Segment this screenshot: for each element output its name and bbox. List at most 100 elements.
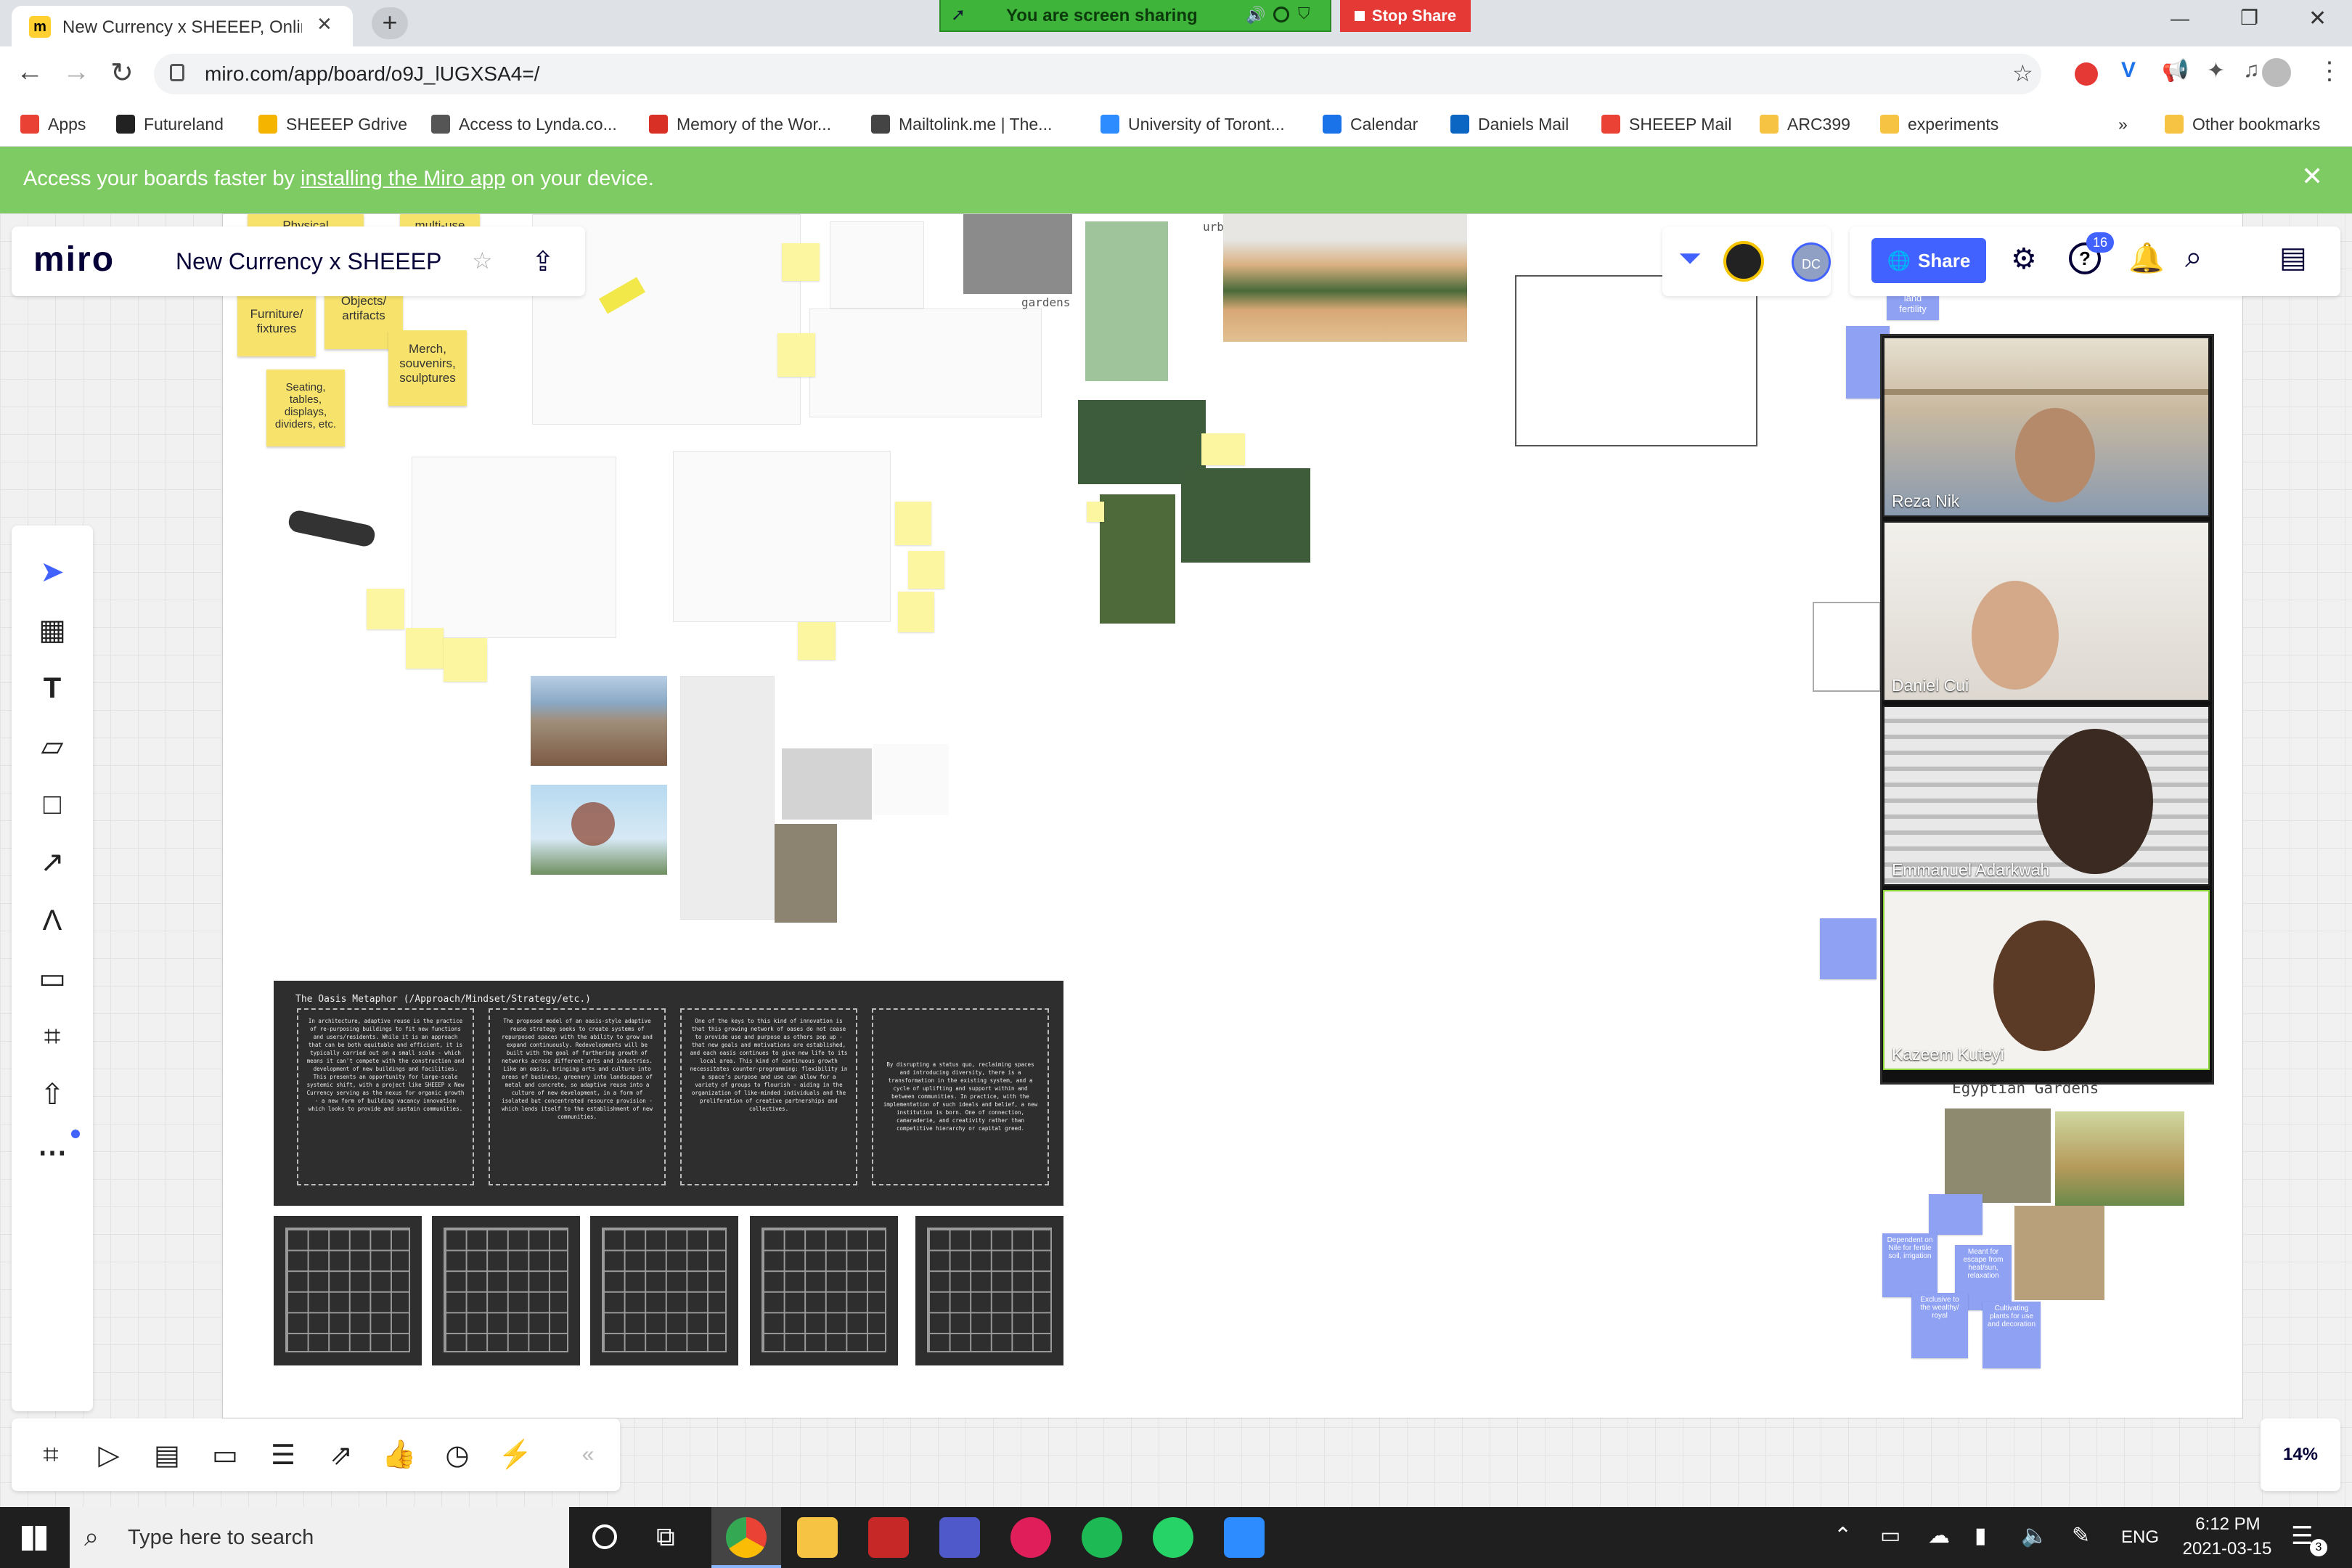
tab-close-icon[interactable]: ✕: [317, 13, 332, 36]
tray-chevron-icon[interactable]: ⌃: [1834, 1523, 1852, 1548]
user-avatar[interactable]: [1723, 241, 1764, 282]
comment-tool-icon[interactable]: ▭: [12, 950, 93, 1008]
power-ups-icon[interactable]: ⚡: [486, 1426, 544, 1484]
egypt-sticky[interactable]: Dependent on Nile for fertile soil, irri…: [1882, 1233, 1937, 1297]
video-tile[interactable]: Daniel Cui: [1883, 521, 2210, 701]
bookmark-item[interactable]: Calendar: [1323, 102, 1418, 147]
small-sticky[interactable]: [908, 551, 944, 589]
file-explorer-icon[interactable]: [797, 1517, 838, 1558]
bookmark-other[interactable]: Other bookmarks: [2165, 102, 2320, 147]
pond-photo-image[interactable]: [1181, 468, 1310, 563]
grid-diagram[interactable]: [432, 1216, 580, 1365]
notes-icon[interactable]: ▤: [2279, 241, 2307, 274]
install-app-link[interactable]: installing the Miro app: [301, 167, 505, 190]
video-tile[interactable]: Kazeem Kuteyi: [1883, 890, 2210, 1070]
clock-date[interactable]: 2021-03-15: [2178, 1539, 2277, 1559]
browser-tab[interactable]: m New Currency x SHEEEP, Online W ✕: [12, 6, 353, 46]
upload-tool-icon[interactable]: ⇧: [12, 1066, 93, 1124]
back-icon[interactable]: ←: [16, 57, 44, 88]
arrow-tool-icon[interactable]: ↗: [12, 833, 93, 891]
small-sticky[interactable]: [782, 243, 820, 281]
reload-icon[interactable]: ↻: [110, 57, 134, 89]
zoom-icon[interactable]: [1224, 1517, 1265, 1558]
garden-plan-image[interactable]: [1085, 221, 1168, 381]
favorite-star-icon[interactable]: ☆: [472, 247, 493, 274]
bookmarks-overflow-icon[interactable]: »: [2118, 102, 2128, 147]
egypt-painting-image[interactable]: [2055, 1111, 2184, 1206]
sticky-note-tool-icon[interactable]: ▱: [12, 717, 93, 775]
presentation-icon[interactable]: ▷: [80, 1426, 138, 1484]
small-sticky[interactable]: [777, 333, 815, 377]
tray-display-icon[interactable]: ▭: [1880, 1523, 1900, 1548]
task-view-icon[interactable]: ⧉: [656, 1522, 675, 1553]
address-bar[interactable]: miro.com/app/board/o9J_lUGXSA4=/ ☆: [154, 54, 2041, 94]
media-icon[interactable]: ♫: [2243, 58, 2260, 83]
whatsapp-icon[interactable]: [1153, 1517, 1193, 1558]
armchair-photo-image[interactable]: [782, 748, 872, 820]
tray-pen-icon[interactable]: ✎: [2072, 1523, 2090, 1548]
egypt-sticky[interactable]: [1929, 1194, 1983, 1235]
pen-tool-icon[interactable]: Λ: [12, 891, 93, 950]
timer-icon[interactable]: ◷: [428, 1426, 486, 1484]
frames-icon[interactable]: ⌗: [22, 1426, 80, 1484]
grid-diagram[interactable]: [915, 1216, 1063, 1365]
user-avatar-initials[interactable]: DC: [1792, 242, 1831, 282]
share-button[interactable]: 🌐 Share: [1871, 238, 1986, 283]
small-sticky[interactable]: [367, 589, 404, 629]
small-sticky[interactable]: [1087, 502, 1104, 522]
miro-board-canvas[interactable]: Physical multi-use Furniture/ fixtures O…: [0, 213, 2352, 1507]
sticky-note[interactable]: Furniture/ fixtures: [237, 287, 316, 356]
section-drawing-image[interactable]: [680, 676, 775, 920]
small-sticky[interactable]: [406, 628, 444, 669]
export-icon[interactable]: ⇪: [531, 245, 555, 278]
oasis-photo-image[interactable]: [1223, 214, 1467, 342]
collapse-icon[interactable]: «: [559, 1426, 617, 1484]
miro-logo[interactable]: miro: [33, 240, 115, 279]
stop-share-button[interactable]: Stop Share: [1340, 0, 1471, 32]
clock-time[interactable]: 6:12 PM: [2182, 1514, 2274, 1535]
tray-onedrive-icon[interactable]: ☁: [1928, 1523, 1950, 1548]
extension-stop-icon[interactable]: [2075, 62, 2098, 86]
grid-diagram[interactable]: [274, 1216, 422, 1365]
bookmark-item[interactable]: Access to Lynda.co...: [431, 102, 617, 147]
bell-icon[interactable]: 🔔: [2128, 241, 2165, 275]
select-tool-icon[interactable]: ➤: [12, 543, 93, 601]
egypt-sticky[interactable]: Exclusive to the wealthy/ royal: [1911, 1293, 1968, 1358]
small-sticky[interactable]: [895, 502, 931, 545]
cards-icon[interactable]: ☰: [254, 1426, 312, 1484]
tray-volume-icon[interactable]: 🔈: [2021, 1523, 2048, 1548]
blue-sticky[interactable]: [1820, 918, 1877, 979]
zoom-level[interactable]: 14%: [2261, 1418, 2340, 1491]
beach-photo-image[interactable]: [531, 676, 667, 766]
bookmark-item[interactable]: University of Toront...: [1101, 102, 1285, 147]
windows-start-icon[interactable]: [22, 1526, 46, 1551]
screen-share-icon[interactable]: ⇗: [312, 1426, 370, 1484]
window-close-button[interactable]: ✕: [2308, 6, 2327, 31]
stone-wall-image[interactable]: [775, 824, 837, 923]
small-sticky[interactable]: [898, 592, 934, 632]
maximize-button[interactable]: ❐: [2240, 6, 2258, 30]
profile-avatar[interactable]: [2262, 58, 2291, 87]
spotify-icon[interactable]: [1082, 1517, 1122, 1558]
frame-tool-icon[interactable]: ⌗: [12, 1008, 93, 1066]
bookmark-item[interactable]: Memory of the Wor...: [649, 102, 831, 147]
extension-megaphone-icon[interactable]: 📢: [2162, 58, 2189, 83]
sketch-floorplan-image[interactable]: [809, 309, 1042, 417]
extension-v-icon[interactable]: V: [2121, 58, 2136, 83]
video-tile[interactable]: Emmanuel Adarkwah: [1883, 706, 2210, 886]
bookmark-item[interactable]: Futureland: [116, 102, 224, 147]
egypt-plan-image[interactable]: [2014, 1206, 2104, 1300]
tree-photo-image[interactable]: [1100, 494, 1175, 624]
right-sketch-image[interactable]: [1813, 602, 1881, 692]
grid-diagram[interactable]: [750, 1216, 898, 1365]
egypt-map-image[interactable]: [1945, 1108, 2051, 1203]
forward-icon[interactable]: →: [62, 57, 90, 88]
wire-chair-image[interactable]: [873, 744, 949, 815]
egypt-sticky[interactable]: Cultivating plants for use and decoratio…: [1983, 1302, 2041, 1368]
bookmark-item[interactable]: ARC399: [1760, 102, 1850, 147]
chat-icon[interactable]: ▭: [196, 1426, 254, 1484]
bookmark-item[interactable]: SHEEEP Gdrive: [258, 102, 407, 147]
sticky-note[interactable]: Merch, souvenirs, sculptures: [388, 330, 467, 406]
grid-diagram[interactable]: [590, 1216, 738, 1365]
small-sticky[interactable]: [798, 622, 836, 660]
